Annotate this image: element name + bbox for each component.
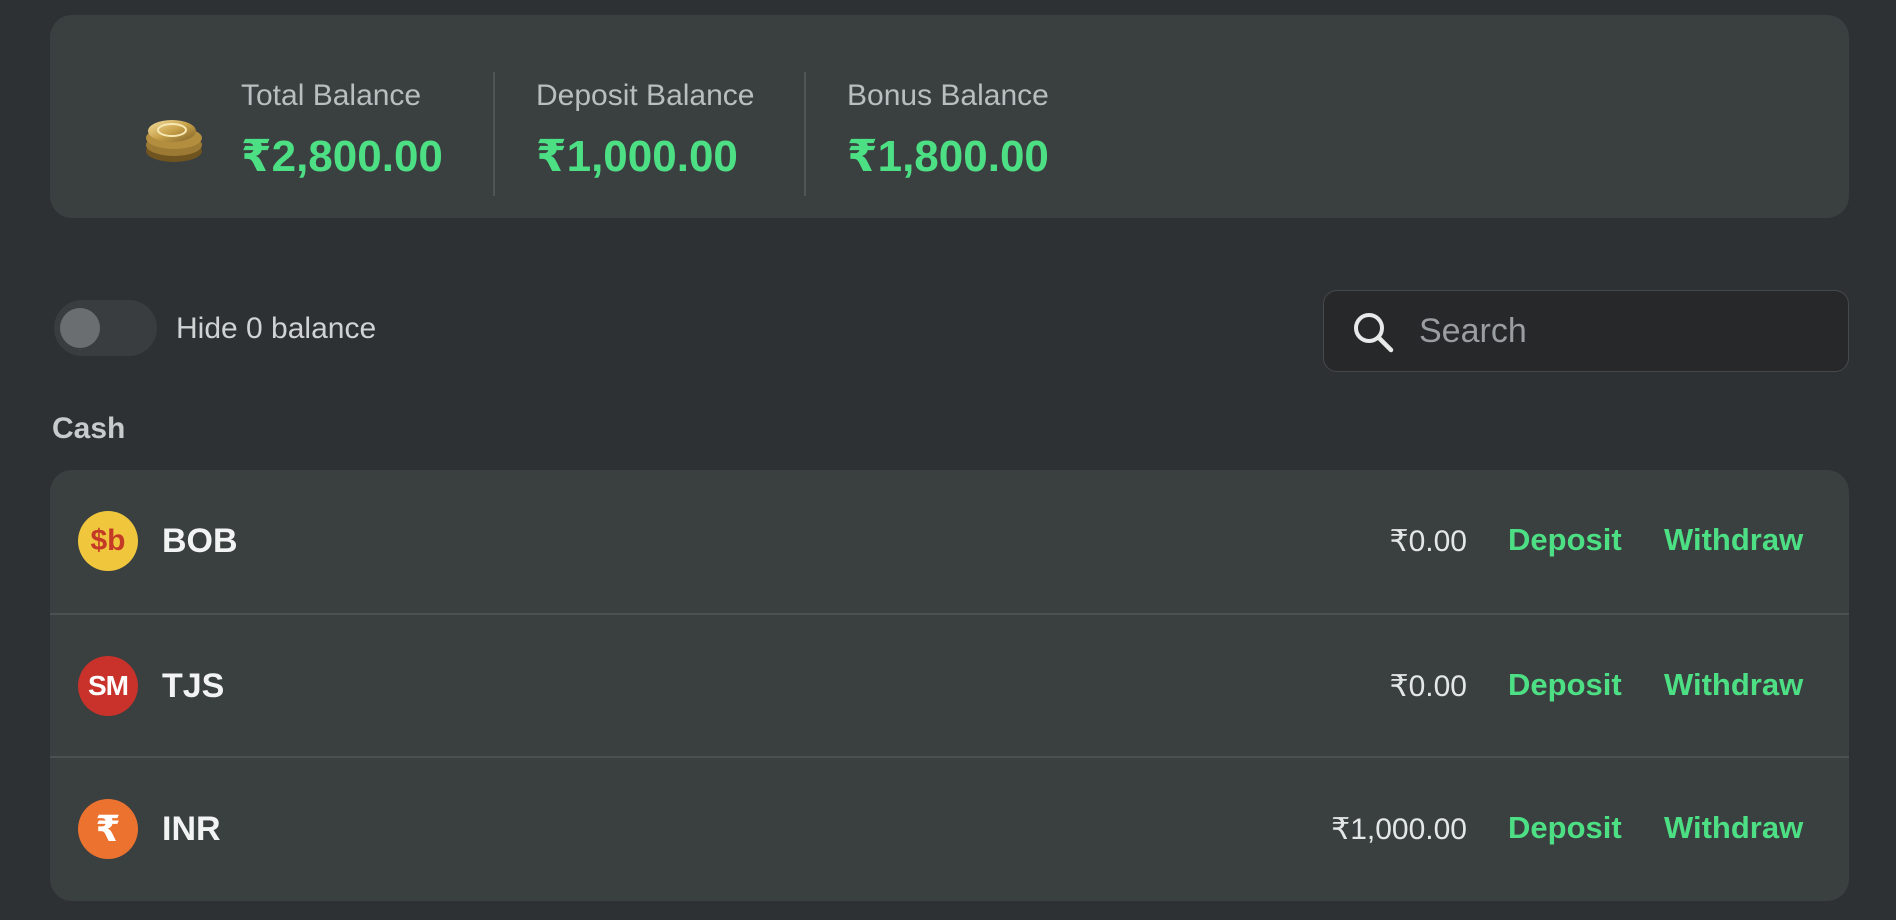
deposit-balance-value: ₹1,000.00 — [536, 132, 738, 181]
search-icon — [1354, 313, 1394, 353]
withdraw-button-inr[interactable]: Withdraw — [1664, 810, 1803, 846]
toggle-knob — [60, 308, 100, 348]
currency-list: $b BOB ₹0.00 Deposit Withdraw SM TJS ₹0.… — [50, 470, 1849, 901]
currency-row-bob: $b BOB ₹0.00 Deposit Withdraw — [50, 470, 1849, 613]
currency-amount: ₹0.00 — [1389, 525, 1467, 558]
hide-zero-balance-label: Hide 0 balance — [176, 312, 377, 345]
deposit-button-inr[interactable]: Deposit — [1508, 810, 1622, 846]
cash-section-title: Cash — [52, 412, 126, 445]
deposit-balance-label: Deposit Balance — [536, 79, 755, 112]
withdraw-button-bob[interactable]: Withdraw — [1664, 522, 1803, 558]
total-balance-value: ₹2,800.00 — [241, 132, 443, 181]
search-box — [1323, 290, 1849, 372]
currency-code: BOB — [162, 522, 238, 560]
deposit-button-tjs[interactable]: Deposit — [1508, 667, 1622, 703]
wallet-page: Total Balance ₹2,800.00 Deposit Balance … — [0, 0, 1896, 920]
withdraw-button-tjs[interactable]: Withdraw — [1664, 667, 1803, 703]
currency-code: TJS — [162, 667, 225, 705]
bonus-balance-value: ₹1,800.00 — [847, 132, 1049, 181]
currency-row-inr: ₹ INR ₹1,000.00 Deposit Withdraw — [50, 756, 1849, 899]
coin-stack-icon — [146, 120, 202, 162]
bonus-balance: Bonus Balance ₹1,800.00 — [847, 79, 1049, 182]
deposit-balance: Deposit Balance ₹1,000.00 — [536, 79, 754, 182]
divider — [804, 72, 806, 196]
total-balance-label: Total Balance — [241, 79, 422, 112]
currency-amount: ₹0.00 — [1389, 670, 1467, 703]
hide-zero-balance-toggle[interactable] — [54, 300, 157, 356]
bonus-balance-label: Bonus Balance — [847, 79, 1049, 112]
divider — [493, 72, 495, 196]
tjs-currency-icon: SM — [78, 656, 138, 716]
balance-summary-card: Total Balance ₹2,800.00 Deposit Balance … — [50, 15, 1849, 218]
currency-row-tjs: SM TJS ₹0.00 Deposit Withdraw — [50, 613, 1849, 756]
currency-amount: ₹1,000.00 — [1331, 813, 1467, 846]
total-balance: Total Balance ₹2,800.00 — [241, 79, 443, 182]
search-input[interactable] — [1419, 303, 1829, 359]
deposit-button-bob[interactable]: Deposit — [1508, 522, 1622, 558]
bob-currency-icon: $b — [78, 511, 138, 571]
inr-currency-icon: ₹ — [78, 799, 138, 859]
currency-code: INR — [162, 810, 221, 848]
